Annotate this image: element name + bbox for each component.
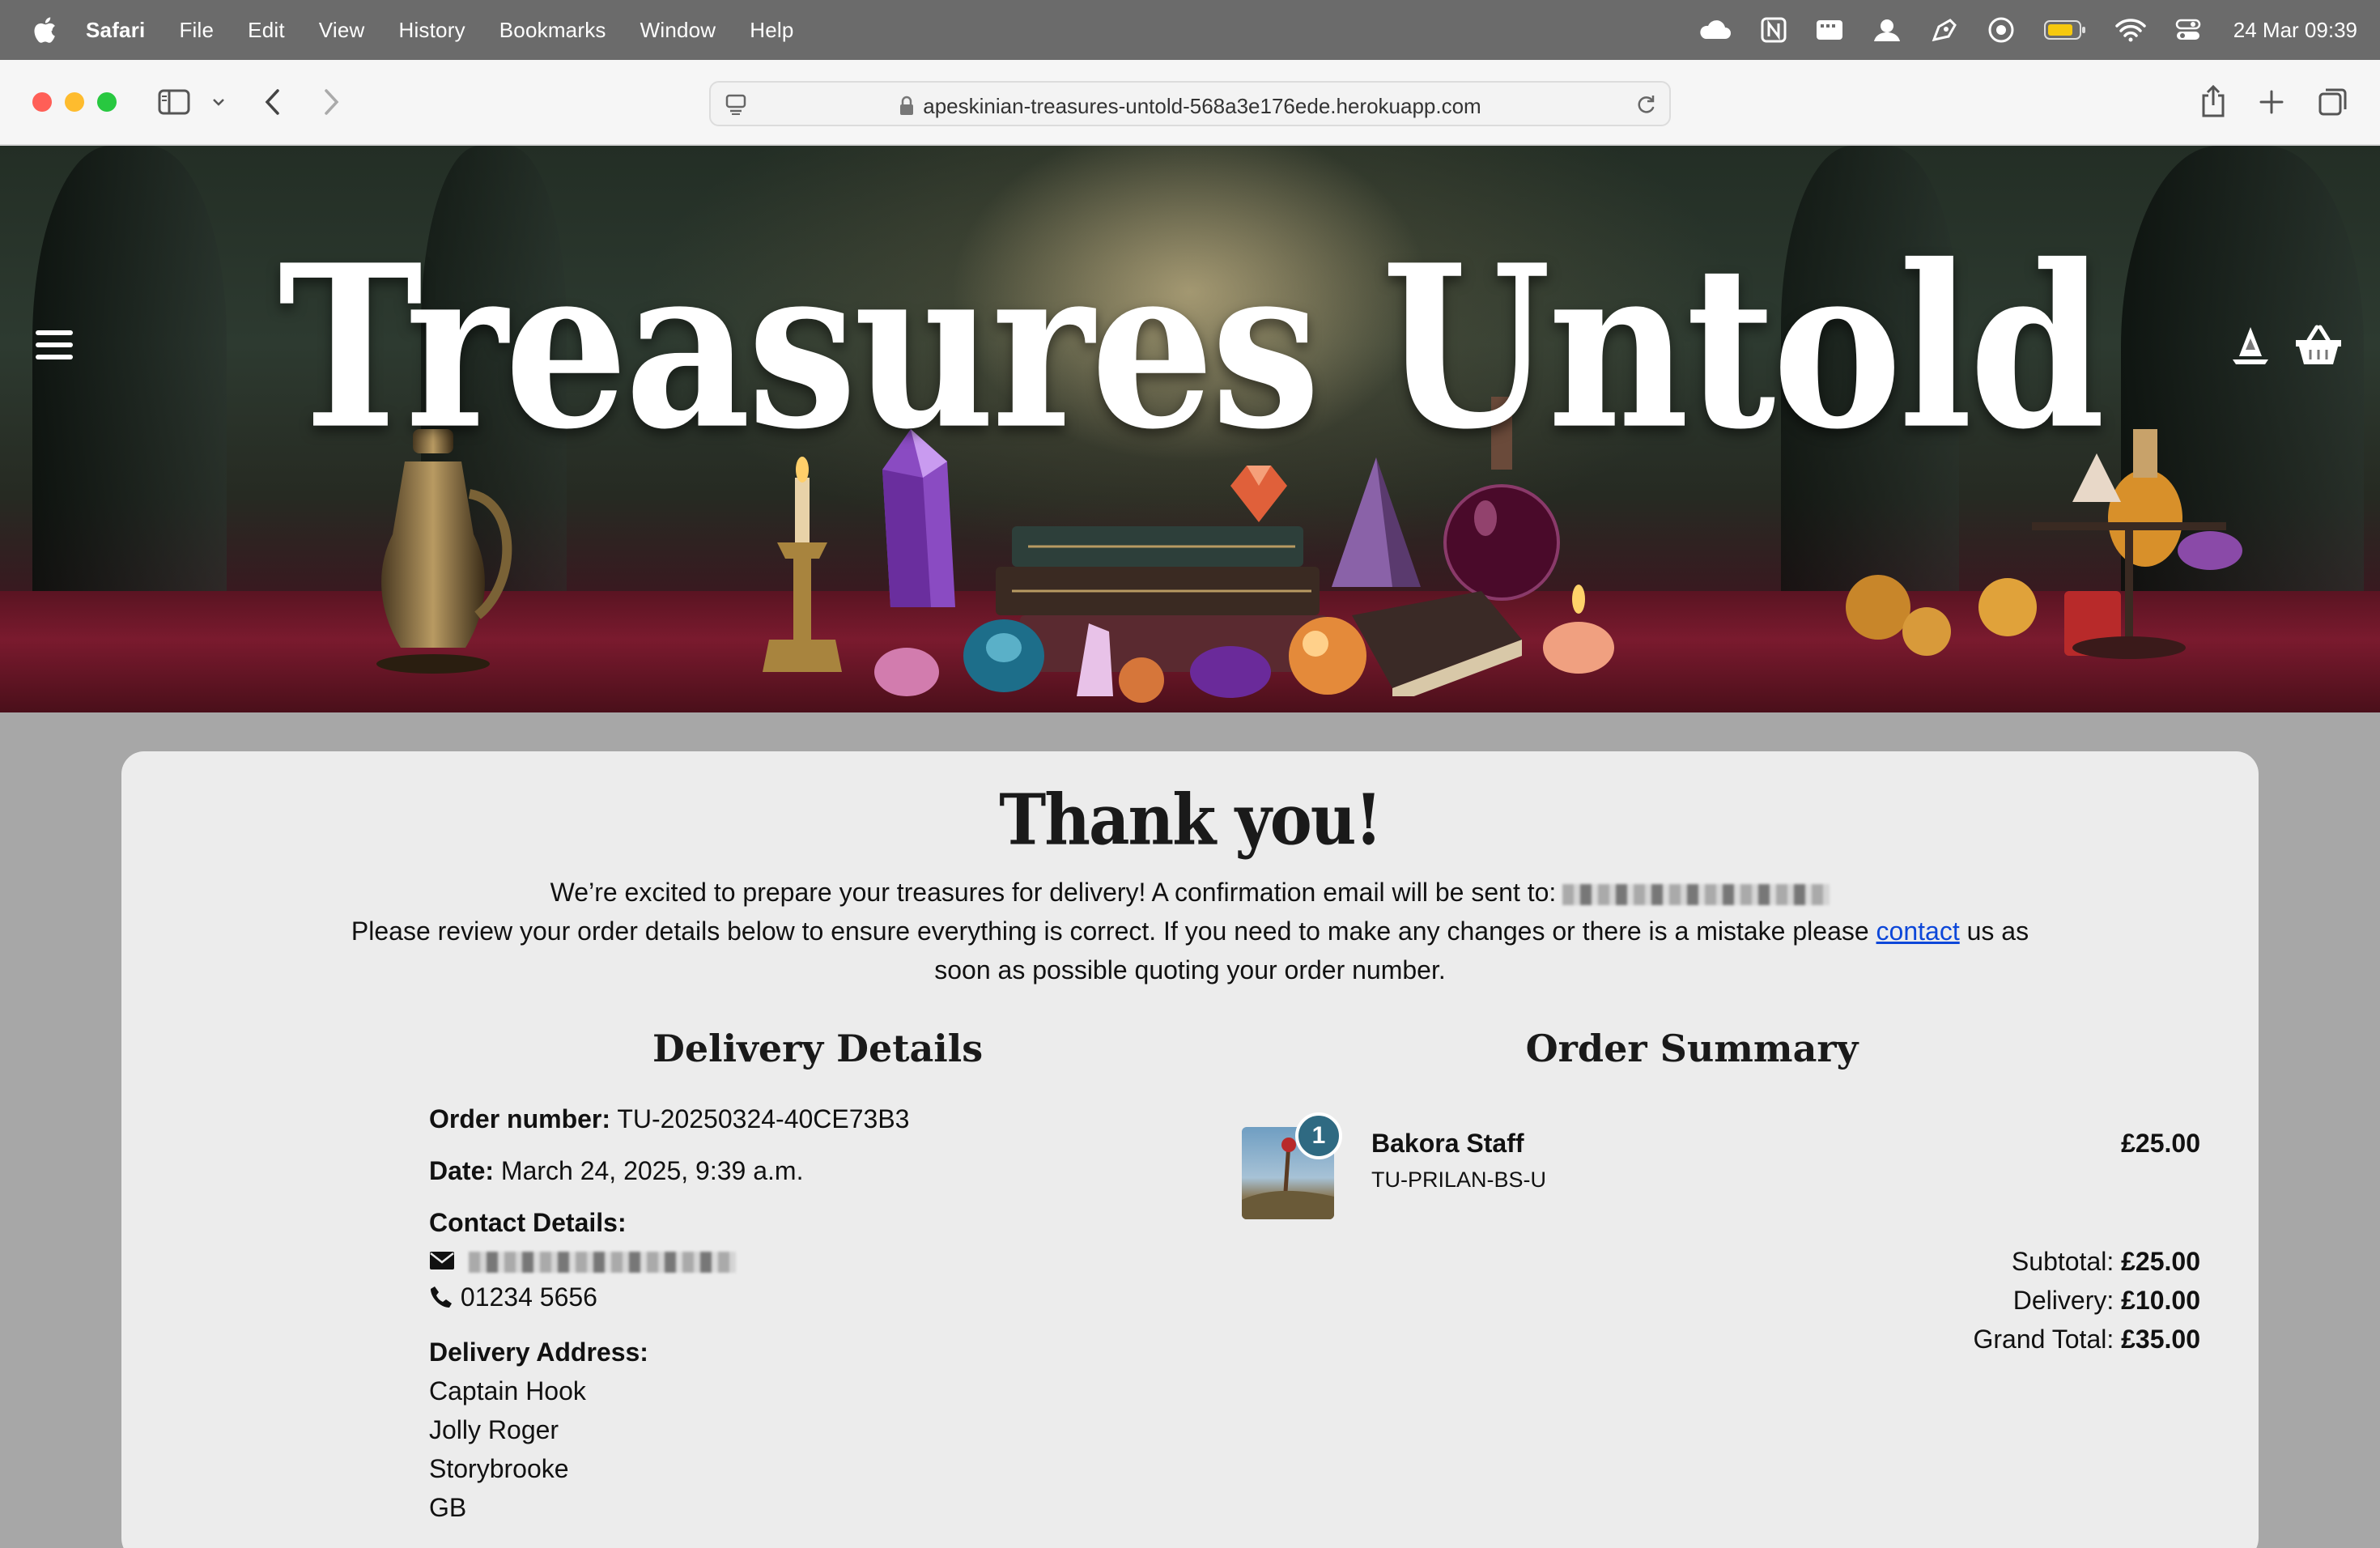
delivery-address-heading: Delivery Address:: [429, 1337, 648, 1367]
intro-line-3: soon as possible quoting your order numb…: [934, 955, 1446, 985]
address-line: GB: [429, 1493, 467, 1522]
subtotal-row: Subtotal: £25.00: [2012, 1247, 2200, 1277]
grand-total-row: Grand Total: £35.00: [1974, 1325, 2201, 1354]
intro-text: Please review your order details below t…: [351, 916, 1869, 946]
status-bar: 24 Mar 09:39: [1668, 0, 2357, 60]
chevron-down-icon[interactable]: [209, 92, 228, 112]
item-name: Bakora Staff: [1371, 1129, 1524, 1158]
grand-total-label: Grand Total:: [1973, 1325, 2114, 1354]
record-icon[interactable]: [1987, 16, 2015, 44]
page-title: Thank you!: [999, 780, 1383, 861]
date-label: Date:: [429, 1156, 495, 1185]
address-line: Captain Hook: [429, 1376, 586, 1406]
close-window-button[interactable]: [32, 92, 52, 112]
menu-history[interactable]: History: [398, 18, 465, 43]
tab-overview-icon[interactable]: [2317, 86, 2349, 118]
order-summary-title: Order Summary: [1525, 1027, 1859, 1070]
order-confirmation-card: Thank you! We’re excited to prepare your…: [121, 751, 2259, 1548]
intro-line-1: We’re excited to prepare your treasures …: [283, 873, 2097, 912]
sidebar-toggle-icon[interactable]: [157, 87, 191, 117]
menu-file[interactable]: File: [179, 18, 214, 43]
url-text[interactable]: apeskinian-treasures-untold-568a3e176ede…: [711, 94, 1669, 119]
subtotal-value: £25.00: [2121, 1247, 2200, 1276]
basket-icon[interactable]: [2294, 324, 2343, 366]
cloud-icon[interactable]: [1698, 19, 1732, 40]
intro-text: We’re excited to prepare your treasures …: [550, 878, 1557, 907]
macos-menubar: Safari File Edit View History Bookmarks …: [0, 0, 2380, 60]
contact-details-label: Contact Details:: [429, 1208, 627, 1238]
phone-row: 01234 5656: [429, 1282, 597, 1312]
address-bar[interactable]: apeskinian-treasures-untold-568a3e176ede…: [709, 81, 1671, 126]
contact-details-heading: Contact Details:: [429, 1208, 627, 1237]
delivery-label: Delivery:: [2012, 1286, 2114, 1315]
menu-view[interactable]: View: [319, 18, 365, 43]
intro-text: us as: [1966, 916, 2029, 946]
gem-cluster-icon: [874, 617, 1366, 703]
quantity-badge: 1: [1295, 1112, 1342, 1159]
share-icon[interactable]: [2197, 83, 2229, 120]
pen-icon[interactable]: [1931, 17, 1958, 43]
hero-banner: Treasures Untold: [0, 146, 2380, 712]
menu-help[interactable]: Help: [750, 18, 793, 43]
glowing-candle-icon: [1543, 585, 1614, 674]
forward-icon[interactable]: [319, 86, 343, 118]
wifi-icon[interactable]: [2115, 18, 2146, 42]
intro-line-2: Please review your order details below t…: [283, 912, 2097, 950]
user-icon[interactable]: [1872, 17, 1902, 43]
delivery-value: £10.00: [2121, 1286, 2200, 1315]
back-icon[interactable]: [261, 86, 285, 118]
reload-icon[interactable]: [1634, 92, 1658, 117]
delivery-details-title: Delivery Details: [652, 1027, 984, 1070]
redacted-email: [468, 1251, 736, 1273]
contact-link[interactable]: contact: [1876, 916, 1960, 946]
menu-bookmarks[interactable]: Bookmarks: [499, 18, 606, 43]
zoom-window-button[interactable]: [97, 92, 117, 112]
minimize-window-button[interactable]: [65, 92, 84, 112]
new-tab-icon[interactable]: [2257, 87, 2286, 117]
date-row: Date: March 24, 2025, 9:39 a.m.: [429, 1156, 803, 1186]
item-price: £25.00: [2121, 1129, 2200, 1158]
address-line: Storybrooke: [429, 1454, 569, 1483]
hero-title: Treasures Untold: [278, 215, 2106, 479]
order-number-label: Order number:: [429, 1104, 611, 1133]
url-value: apeskinian-treasures-untold-568a3e176ede…: [923, 94, 1481, 118]
menubar-clock[interactable]: 24 Mar 09:39: [2233, 18, 2357, 43]
date-value: March 24, 2025, 9:39 a.m.: [500, 1156, 804, 1185]
order-number-row: Order number: TU-20250324-40CE73B3: [429, 1104, 909, 1134]
menu-window[interactable]: Window: [640, 18, 716, 43]
leather-book-icon: [1352, 591, 1522, 696]
menu-edit[interactable]: Edit: [248, 18, 285, 43]
address-line: Jolly Roger: [429, 1415, 559, 1444]
subtotal-label: Subtotal:: [2011, 1247, 2114, 1276]
envelope-icon: [430, 1252, 454, 1269]
item-sku: TU-PRILAN-BS-U: [1371, 1167, 1547, 1192]
control-center-icon[interactable]: [2175, 18, 2201, 42]
candle-holder-icon: [763, 457, 842, 672]
delivery-row: Delivery: £10.00: [2013, 1286, 2200, 1316]
phone-value: 01234 5656: [460, 1282, 597, 1312]
email-row: [429, 1245, 736, 1275]
hamburger-menu-icon[interactable]: [36, 330, 73, 363]
lock-icon: [900, 96, 914, 115]
menu-app-safari[interactable]: Safari: [86, 18, 145, 43]
window-controls: [32, 92, 130, 112]
wizard-hat-icon[interactable]: [2229, 324, 2272, 366]
address-label-row: Delivery Address:: [429, 1337, 648, 1367]
grand-total-value: £35.00: [2121, 1325, 2200, 1354]
redacted-email: [1562, 883, 1830, 905]
keyboard-icon[interactable]: [1816, 19, 1843, 41]
notion-icon[interactable]: [1761, 17, 1787, 43]
apple-icon[interactable]: [32, 16, 57, 44]
order-number-value: TU-20250324-40CE73B3: [617, 1104, 910, 1133]
battery-icon[interactable]: [2043, 19, 2086, 40]
phone-icon: [431, 1286, 452, 1308]
